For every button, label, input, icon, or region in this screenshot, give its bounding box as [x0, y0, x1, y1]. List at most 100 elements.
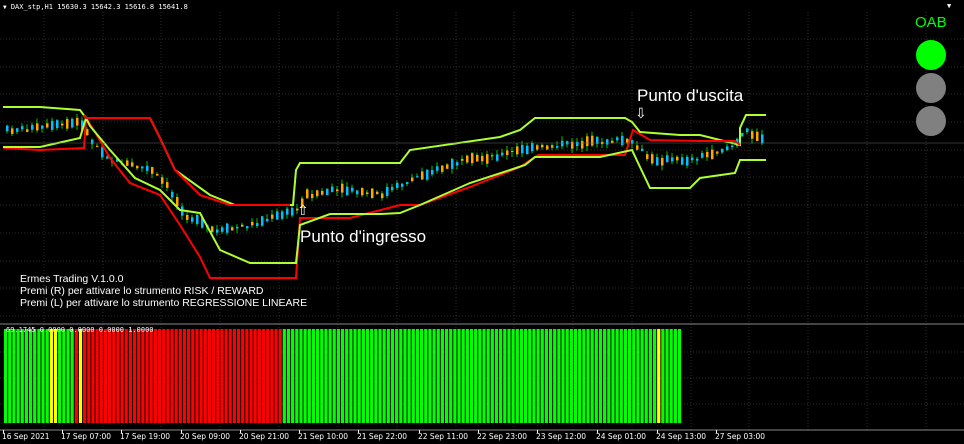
candle: [526, 142, 529, 155]
histogram-bar: [157, 329, 162, 423]
histogram-bar: [303, 329, 307, 423]
histogram-bar: [657, 329, 661, 423]
histogram-bar: [486, 329, 490, 423]
candle: [716, 151, 719, 156]
candle: [431, 165, 434, 177]
candle: [356, 189, 359, 198]
symbol-timeframe: DAX_stp,H1: [10, 3, 53, 11]
histogram-bar: [453, 329, 457, 423]
candle: [486, 150, 489, 168]
candle: [661, 154, 664, 171]
candle: [391, 183, 394, 193]
candle: [416, 173, 419, 178]
histogram-bar: [295, 329, 299, 423]
candle: [556, 141, 559, 150]
indicator-values: 69.1745 0.0000 0.0000 0.0000 1.0000: [6, 326, 154, 334]
candle: [86, 127, 89, 137]
candle: [286, 206, 289, 219]
candle: [481, 152, 484, 165]
candle: [751, 128, 754, 144]
candle: [306, 188, 309, 199]
oab-light-green: [916, 40, 946, 70]
histogram-bar: [428, 329, 432, 423]
candle: [351, 184, 354, 194]
histogram-bar: [540, 329, 544, 423]
candle: [466, 154, 469, 164]
time-axis-label: 20 Sep 09:00: [180, 432, 231, 441]
histogram-bar: [199, 329, 203, 423]
candle: [246, 225, 249, 231]
candle: [261, 215, 264, 227]
candle: [471, 152, 474, 166]
candle: [666, 151, 669, 163]
histogram-bar: [286, 329, 291, 423]
histogram-bar: [83, 329, 87, 423]
histogram-bar: [594, 329, 598, 423]
candle: [516, 142, 519, 158]
histogram-bar: [557, 329, 561, 423]
histogram-bar: [515, 329, 519, 423]
histogram-bar: [33, 329, 37, 423]
time-axis-label: 17 Sep 19:00: [120, 432, 171, 441]
histogram-bar: [378, 329, 382, 423]
candle: [401, 182, 404, 191]
candle: [196, 213, 199, 227]
candle: [561, 136, 564, 149]
candle: [251, 218, 254, 228]
candle: [606, 138, 609, 149]
time-axis-label: 20 Sep 21:00: [239, 432, 290, 441]
candle: [646, 150, 649, 162]
info-risk-reward: Premi (R) per attivare lo strumento RISK…: [20, 285, 264, 297]
chart-window[interactable]: ▼ DAX_stp,H1 15630.3 15642.3 15616.8 156…: [0, 0, 964, 444]
histogram-bar: [316, 329, 320, 423]
histogram-bar: [340, 329, 345, 423]
histogram-bar: [70, 329, 74, 423]
candle: [581, 137, 584, 153]
histogram-bar: [53, 329, 58, 423]
candle: [146, 161, 149, 175]
histogram-bar: [374, 329, 378, 423]
oab-light-grey: [916, 106, 946, 136]
histogram-bar: [499, 329, 503, 423]
candle: [596, 135, 599, 148]
histogram-bar: [103, 329, 108, 423]
candle: [336, 186, 339, 197]
histogram-bar: [24, 329, 28, 423]
chart-dropdown-icon[interactable]: ▼: [3, 4, 7, 11]
histogram-bar: [469, 329, 474, 423]
histogram-bar: [66, 329, 70, 423]
entry-arrow-icon: ⇧: [297, 203, 309, 219]
histogram-bar: [640, 329, 644, 423]
time-axis-label: 17 Sep 07:00: [61, 432, 112, 441]
candle: [711, 144, 714, 160]
histogram-bar: [478, 329, 482, 423]
window-dropdown-icon[interactable]: ▼: [947, 2, 951, 10]
histogram-bar: [665, 329, 669, 423]
price-chart[interactable]: [0, 0, 964, 444]
histogram-bar: [62, 329, 66, 423]
candle: [656, 153, 659, 166]
histogram-bar: [432, 329, 436, 423]
histogram-bar: [474, 329, 478, 423]
candle: [216, 224, 219, 236]
histogram-bar: [212, 329, 216, 423]
oab-label: OAB: [915, 14, 947, 31]
candle: [71, 117, 74, 129]
histogram-bar: [357, 329, 361, 423]
candle: [36, 118, 39, 133]
histogram-bar: [569, 329, 573, 423]
time-axis-label: 22 Sep 11:00: [418, 432, 469, 441]
candle: [456, 160, 459, 170]
histogram-bar: [598, 329, 603, 423]
histogram-bar: [45, 329, 49, 423]
histogram-bar: [411, 329, 415, 423]
candle: [166, 177, 169, 192]
histogram-bar: [440, 329, 444, 423]
candle: [331, 183, 334, 193]
histogram-bar: [648, 329, 652, 423]
histogram-bar: [619, 329, 623, 423]
histogram-bar: [78, 329, 83, 423]
candle: [56, 119, 59, 131]
histogram-bar: [12, 329, 16, 423]
histogram-bar: [536, 329, 540, 423]
